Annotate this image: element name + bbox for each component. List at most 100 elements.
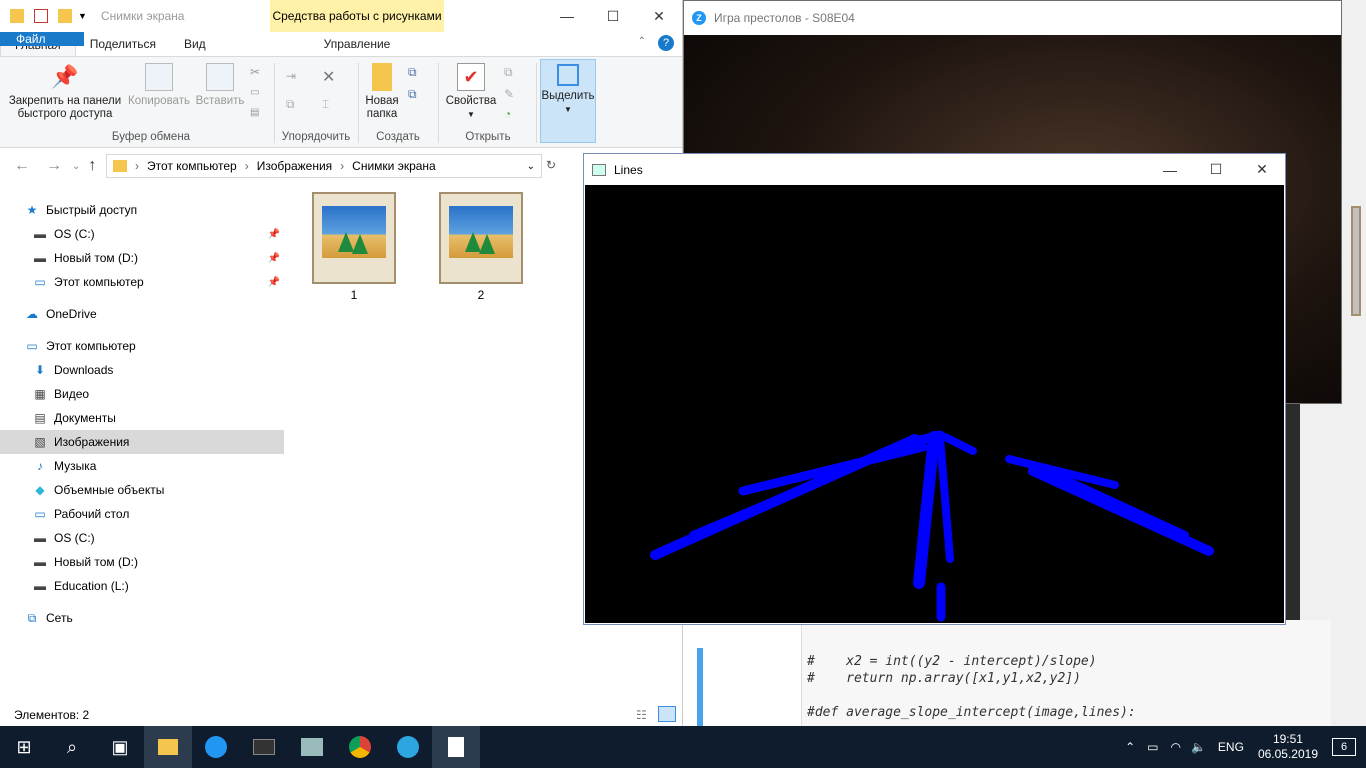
telegram-icon[interactable] <box>384 726 432 768</box>
nav-item[interactable]: ▧ Изображения <box>0 430 284 454</box>
back-icon[interactable]: ← <box>14 157 30 175</box>
cell-marker <box>697 648 703 728</box>
nav-item[interactable]: ▬ Новый том (D:) <box>0 550 284 574</box>
nav-item-label: Новый том (D:) <box>54 555 138 569</box>
paste-button[interactable]: Вставить <box>192 63 248 108</box>
chevron-down-icon[interactable]: ⌄ <box>527 161 535 172</box>
nav-item[interactable]: ▤ Документы <box>0 406 284 430</box>
help-icon[interactable]: ? <box>658 35 674 51</box>
tab-manage[interactable]: Управление <box>270 32 444 56</box>
tab-view[interactable]: Вид <box>170 32 220 56</box>
breadcrumb[interactable]: › Этот компьютер › Изображения › Снимки … <box>106 154 542 178</box>
file-explorer-icon[interactable] <box>144 726 192 768</box>
search-icon[interactable]: ⌕ <box>48 726 96 768</box>
clock[interactable]: 19:51 06.05.2019 <box>1258 732 1318 762</box>
chrome-icon[interactable] <box>336 726 384 768</box>
new-folder-icon[interactable] <box>58 9 72 23</box>
tab-file[interactable]: Файл <box>0 32 84 46</box>
open-icon[interactable]: ⧉ <box>504 65 513 80</box>
copy-path-icon[interactable]: ▭ <box>250 87 259 98</box>
forward-icon[interactable]: → <box>46 157 62 175</box>
nav-item-label: Сеть <box>46 611 73 625</box>
breadcrumb-item[interactable]: Снимки экрана <box>352 159 436 173</box>
nav-item-label: Быстрый доступ <box>46 203 138 217</box>
wifi-icon[interactable]: ◠ <box>1170 740 1180 754</box>
nav-item[interactable]: ⬇ Downloads <box>0 358 284 382</box>
up-icon[interactable]: ↑ <box>88 157 96 175</box>
collapse-ribbon-icon[interactable]: ⌃ <box>638 36 646 47</box>
background-scrollbar[interactable] <box>1348 190 1366 726</box>
nav-item[interactable]: ▦ Видео <box>0 382 284 406</box>
properties-button[interactable]: ✔ Свойства ▼ <box>442 63 500 121</box>
minimize-button[interactable]: — <box>544 0 590 32</box>
maximize-button[interactable]: ☐ <box>1193 154 1239 185</box>
refresh-icon[interactable]: ↻ <box>546 158 556 172</box>
tab-share[interactable]: Поделиться <box>76 32 170 56</box>
close-button[interactable]: ✕ <box>636 0 682 32</box>
close-button[interactable]: ✕ <box>1239 154 1285 185</box>
nav-item[interactable]: ▭ Этот компьютер <box>0 334 284 358</box>
file-item[interactable]: 2 <box>439 192 523 302</box>
cube-icon: ◆ <box>35 483 45 497</box>
notepad-icon[interactable] <box>432 726 480 768</box>
pin-quick-access-button[interactable]: 📌 Закрепить на панели быстрого доступа <box>6 63 124 121</box>
code-editor[interactable]: # x2 = int((y2 - intercept)/slope) # ret… <box>683 620 1331 728</box>
rename-icon[interactable]: ⌶ <box>322 97 329 112</box>
nav-item[interactable]: ▬ OS (C:) <box>0 526 284 550</box>
nav-item[interactable]: ⧉ Сеть <box>0 606 284 630</box>
scrollbar-thumb[interactable] <box>1351 206 1361 316</box>
nav-item[interactable]: ☁ OneDrive <box>0 302 284 326</box>
minimize-button[interactable]: — <box>1147 154 1193 185</box>
edit-icon[interactable]: ✎ <box>504 87 514 101</box>
new-item-icon[interactable]: ⧉ <box>408 65 417 80</box>
lane-line <box>941 433 977 455</box>
breadcrumb-item[interactable]: Этот компьютер <box>147 159 237 173</box>
video-titlebar[interactable]: Z Игра престолов - S08E04 — ☐ ✕ <box>684 1 1341 210</box>
history-icon[interactable]: ◔ <box>504 107 511 121</box>
task-view-icon[interactable]: ▣ <box>96 726 144 768</box>
cut-icon[interactable]: ✂ <box>250 65 260 79</box>
delete-icon[interactable]: ✕ <box>322 67 335 87</box>
maximize-button[interactable]: ☐ <box>590 0 636 32</box>
select-label: Выделить <box>541 90 595 102</box>
nav-item[interactable]: ▬ Новый том (D:) 📌 <box>0 246 284 270</box>
file-item[interactable]: 1 <box>312 192 396 302</box>
nav-item[interactable]: ▭ Рабочий стол <box>0 502 284 526</box>
nav-item-label: Объемные объекты <box>54 483 165 497</box>
app-icon[interactable] <box>288 726 336 768</box>
easy-access-icon[interactable]: ⧉ <box>408 87 417 102</box>
select-button[interactable]: Выделить ▼ <box>540 59 596 143</box>
nav-item[interactable]: ★ Быстрый доступ <box>0 198 284 222</box>
video-title: Игра престолов - S08E04 <box>714 11 855 25</box>
breadcrumb-item[interactable]: Изображения <box>257 159 332 173</box>
chevron-up-icon[interactable]: ⌃ <box>1125 740 1135 754</box>
nav-item[interactable]: ▬ OS (C:) 📌 <box>0 222 284 246</box>
lines-window[interactable]: Lines — ☐ ✕ <box>583 153 1286 625</box>
computer-icon: ▭ <box>34 275 46 289</box>
copy-to-icon[interactable]: ⧉ <box>286 97 295 112</box>
properties-icon[interactable] <box>34 9 48 23</box>
new-folder-button[interactable]: Новая папка <box>362 63 402 121</box>
details-view-icon[interactable]: ☷ <box>636 708 647 722</box>
volume-icon[interactable]: 🔈 <box>1191 740 1206 754</box>
terminal-icon[interactable] <box>240 726 288 768</box>
pin-icon: 📌 <box>267 252 280 264</box>
file-explorer-window[interactable]: ▼ Снимки экрана Средства работы с рисунк… <box>0 0 683 726</box>
copy-button[interactable]: Копировать <box>126 63 192 108</box>
chevron-down-icon[interactable]: ▼ <box>78 11 87 21</box>
lines-titlebar[interactable]: Lines — ☐ ✕ <box>584 154 1285 185</box>
move-to-icon[interactable]: ⇥ <box>286 69 296 83</box>
recent-locations-icon[interactable]: ⌄ <box>72 161 80 172</box>
language-indicator[interactable]: ENG <box>1218 740 1244 754</box>
notification-icon[interactable]: 6 <box>1332 738 1356 756</box>
separator <box>274 63 275 143</box>
zoom-player-icon[interactable] <box>192 726 240 768</box>
battery-icon[interactable]: ▭ <box>1147 740 1158 754</box>
paste-shortcut-icon[interactable]: ▤ <box>250 107 259 118</box>
nav-item[interactable]: ◆ Объемные объекты <box>0 478 284 502</box>
nav-item[interactable]: ▭ Этот компьютер 📌 <box>0 270 284 294</box>
nav-item[interactable]: ▬ Education (L:) <box>0 574 284 598</box>
large-icons-view-icon[interactable] <box>658 706 676 722</box>
start-button[interactable]: ⊞ <box>0 726 48 768</box>
nav-item[interactable]: ♪ Музыка <box>0 454 284 478</box>
